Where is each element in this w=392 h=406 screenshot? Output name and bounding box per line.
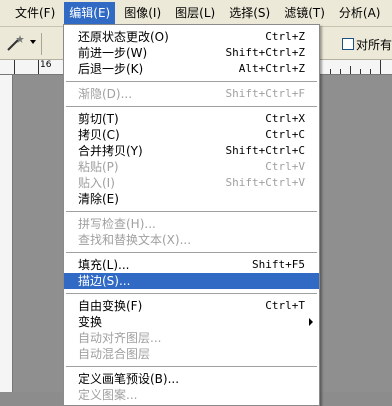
menu-item-label: 拷贝(C) — [78, 128, 120, 142]
edit-menu-dropdown: 还原状态更改(O) Ctrl+Z 前进一步(W) Shift+Ctrl+Z 后退… — [63, 24, 320, 406]
ruler-tick — [340, 69, 341, 74]
menu-separator — [66, 252, 317, 253]
vertical-ruler — [0, 75, 13, 392]
menu-item-define-brush[interactable]: 定义画笔预设(B)... — [64, 371, 319, 387]
menu-item-shortcut: Ctrl+C — [265, 128, 305, 141]
menu-item-stroke[interactable]: 描边(S)... — [64, 273, 319, 289]
menu-item-label: 变换 — [78, 315, 103, 329]
menu-item-label: 贴入(I) — [78, 176, 115, 190]
menu-item-label: 粘贴(P) — [78, 160, 119, 174]
menu-separator — [66, 81, 317, 82]
menu-item-label: 自由变换(F) — [78, 299, 143, 313]
menu-item-label: 描边(S)... — [78, 274, 131, 288]
menu-item-shortcut: Alt+Ctrl+Z — [238, 62, 305, 75]
ruler-tick — [38, 60, 39, 74]
menubar-grip — [0, 0, 10, 26]
menu-file[interactable]: 文件(F) — [10, 2, 60, 24]
menu-item-undo[interactable]: 还原状态更改(O) Ctrl+Z — [64, 29, 319, 45]
menu-item-shortcut: Ctrl+T — [265, 299, 305, 312]
menu-item-spell-check[interactable]: 拼写检查(H)... — [64, 216, 319, 232]
menu-layer[interactable]: 图层(L) — [170, 2, 220, 24]
ruler-tick — [360, 69, 361, 74]
menu-item-free-transform[interactable]: 自由变换(F) Ctrl+T — [64, 298, 319, 314]
menu-item-label: 清除(E) — [78, 192, 119, 206]
tool-preset-caret-icon[interactable] — [30, 40, 36, 44]
menu-item-copy-merged[interactable]: 合并拷贝(Y) Shift+Ctrl+C — [64, 143, 319, 159]
menu-image[interactable]: 图像(I) — [119, 2, 166, 24]
ruler-tick — [380, 60, 381, 74]
menu-item-shortcut: Ctrl+X — [265, 112, 305, 125]
submenu-arrow-icon — [309, 318, 313, 326]
menu-item-label: 剪切(T) — [78, 112, 119, 126]
menu-item-fill[interactable]: 填充(L)... Shift+F5 — [64, 257, 319, 273]
menu-item-shortcut: Shift+Ctrl+Z — [225, 46, 305, 59]
menu-item-label: 自动混合图层 — [78, 347, 151, 361]
menu-select[interactable]: 选择(S) — [224, 2, 275, 24]
menu-item-paste-into[interactable]: 贴入(I) Shift+Ctrl+V — [64, 175, 319, 191]
ruler-tick — [350, 66, 351, 74]
menu-item-step-backward[interactable]: 后退一步(K) Alt+Ctrl+Z — [64, 61, 319, 77]
menu-item-find-replace[interactable]: 查找和替换文本(X)... — [64, 232, 319, 248]
options-separator — [41, 33, 42, 55]
ruler-tick — [370, 69, 371, 74]
ruler-tick — [14, 60, 15, 74]
menu-separator — [66, 293, 317, 294]
menu-item-label: 还原状态更改(O) — [78, 30, 169, 44]
menu-item-shortcut: Shift+F5 — [252, 258, 305, 271]
menu-separator — [66, 106, 317, 107]
menu-filter[interactable]: 滤镜(T) — [279, 2, 330, 24]
menu-item-shortcut: Shift+Ctrl+V — [225, 176, 305, 189]
menu-separator — [66, 366, 317, 367]
ruler-number: 16 — [40, 60, 52, 70]
menu-item-clear[interactable]: 清除(E) — [64, 191, 319, 207]
menu-item-shortcut: Shift+Ctrl+F — [225, 87, 305, 100]
menu-item-paste[interactable]: 粘贴(P) Ctrl+V — [64, 159, 319, 175]
menu-separator — [66, 211, 317, 212]
menu-item-shortcut: Ctrl+Z — [265, 30, 305, 43]
all-layers-checkbox[interactable] — [342, 38, 354, 50]
menu-item-transform[interactable]: 变换 — [64, 314, 319, 330]
menu-item-label: 定义图案... — [78, 388, 138, 402]
menu-item-auto-align-layers[interactable]: 自动对齐图层... — [64, 330, 319, 346]
menu-analysis[interactable]: 分析(A) — [334, 2, 386, 24]
menu-item-label: 定义画笔预设(B)... — [78, 372, 180, 386]
all-layers-label: 对所有 — [356, 38, 392, 52]
menu-item-label: 前进一步(W) — [78, 46, 148, 60]
menu-item-step-forward[interactable]: 前进一步(W) Shift+Ctrl+Z — [64, 45, 319, 61]
menu-item-label: 拼写检查(H)... — [78, 217, 156, 231]
magic-wand-icon[interactable] — [4, 33, 30, 53]
menu-item-define-pattern[interactable]: 定义图案... — [64, 387, 319, 403]
menu-item-shortcut: Shift+Ctrl+C — [225, 144, 305, 157]
menu-item-shortcut: Ctrl+V — [265, 160, 305, 173]
menu-item-label: 合并拷贝(Y) — [78, 144, 143, 158]
ruler-tick — [330, 69, 331, 74]
menu-item-cut[interactable]: 剪切(T) Ctrl+X — [64, 111, 319, 127]
menu-item-label: 自动对齐图层... — [78, 331, 162, 345]
menu-item-label: 渐隐(D)... — [78, 87, 133, 101]
menu-item-fade[interactable]: 渐隐(D)... Shift+Ctrl+F — [64, 86, 319, 102]
menu-edit[interactable]: 编辑(E) — [64, 2, 116, 24]
menu-item-label: 查找和替换文本(X)... — [78, 233, 192, 247]
menu-item-label: 填充(L)... — [78, 258, 130, 272]
menu-item-auto-blend-layers[interactable]: 自动混合图层 — [64, 346, 319, 362]
menu-item-copy[interactable]: 拷贝(C) Ctrl+C — [64, 127, 319, 143]
menu-item-label: 后退一步(K) — [78, 62, 144, 76]
menu-bar: 文件(F) 编辑(E) 图像(I) 图层(L) 选择(S) 滤镜(T) 分析(A… — [0, 0, 392, 27]
